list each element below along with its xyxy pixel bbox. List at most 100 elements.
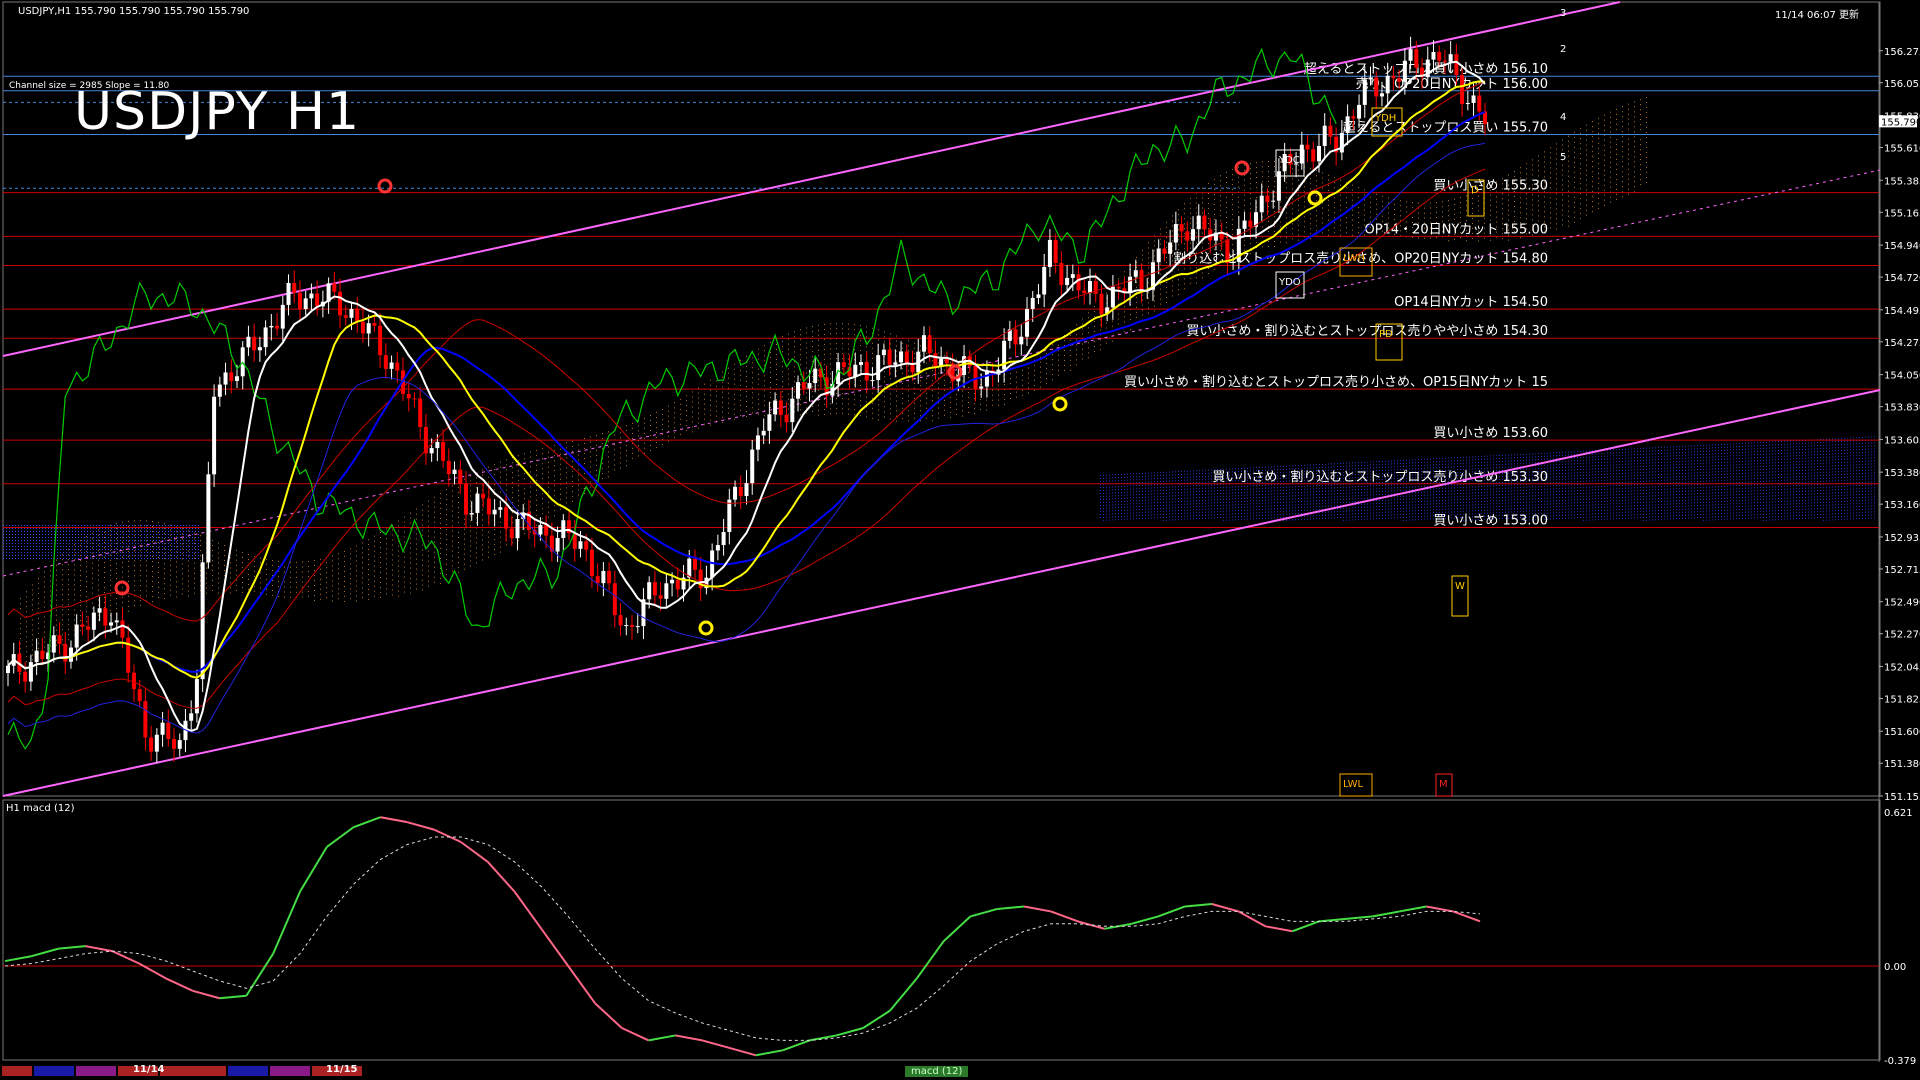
ichimoku-cloud-dot (188, 550, 189, 552)
cloud-dot (1151, 499, 1152, 501)
cloud-dot (1127, 485, 1128, 487)
ichimoku-cloud-dot (1334, 187, 1335, 189)
ichimoku-cloud-dot (650, 449, 651, 451)
ichimoku-cloud-dot (896, 355, 897, 357)
ichimoku-cloud-dot (1268, 176, 1269, 178)
ichimoku-cloud-dot (872, 392, 873, 394)
ichimoku-cloud-dot (62, 614, 63, 616)
ichimoku-cloud-dot (1196, 232, 1197, 234)
ichimoku-cloud-dot (1556, 143, 1557, 145)
ichimoku-cloud-dot (248, 588, 249, 590)
ichimoku-cloud-dot (674, 412, 675, 414)
ichimoku-cloud-dot (932, 360, 933, 362)
ichimoku-cloud-dot (230, 567, 231, 569)
ichimoku-cloud-dot (584, 473, 585, 475)
cloud-dot (1109, 477, 1110, 479)
ichimoku-cloud-dot (1328, 229, 1329, 231)
ichimoku-cloud-dot (1154, 240, 1155, 242)
ichimoku-cloud-dot (416, 548, 417, 550)
ichimoku-cloud-dot (164, 538, 165, 540)
ichimoku-cloud-dot (1640, 129, 1641, 131)
ichimoku-cloud-dot (746, 381, 747, 383)
ichimoku-cloud-dot (1370, 216, 1371, 218)
ichimoku-cloud-dot (1058, 374, 1059, 376)
ichimoku-cloud-dot (128, 600, 129, 602)
ichimoku-cloud-dot (290, 571, 291, 573)
ichimoku-cloud-dot (344, 565, 345, 567)
ichimoku-cloud-dot (1088, 357, 1089, 359)
ichimoku-cloud-dot (1586, 164, 1587, 166)
ichimoku-cloud-dot (878, 334, 879, 336)
y-tick-label: 152.715 (1884, 565, 1920, 576)
cloud-dot (1127, 488, 1128, 490)
ichimoku-cloud-dot (1586, 139, 1587, 141)
ichimoku-cloud-dot (968, 372, 969, 374)
cloud-dot (114, 543, 115, 544)
cloud-dot (1109, 516, 1110, 518)
ichimoku-cloud-dot (452, 500, 453, 502)
ichimoku-cloud-dot (836, 398, 837, 400)
cloud-dot (51, 525, 52, 526)
cloud-dot (1166, 477, 1167, 479)
cloud-dot (117, 546, 118, 547)
ichimoku-cloud-dot (1148, 277, 1149, 279)
cloud-dot (192, 540, 193, 541)
cloud-dot (1163, 492, 1164, 494)
cloud-dot (1145, 517, 1146, 519)
cloud-dot (1157, 511, 1158, 513)
ichimoku-cloud-dot (368, 539, 369, 541)
ichimoku-cloud-dot (986, 399, 987, 401)
ichimoku-cloud-dot (968, 377, 969, 379)
ichimoku-cloud-dot (1616, 163, 1617, 165)
ichimoku-cloud-dot (548, 501, 549, 503)
cloud-dot (147, 531, 148, 532)
ichimoku-cloud-dot (1286, 242, 1287, 244)
cloud-dot (195, 528, 196, 529)
ichimoku-cloud-dot (572, 440, 573, 442)
ichimoku-cloud-dot (1574, 181, 1575, 183)
cloud-dot (48, 537, 49, 538)
cloud-dot (150, 540, 151, 541)
ichimoku-cloud-dot (1274, 216, 1275, 218)
ichimoku-cloud-dot (818, 329, 819, 331)
ichimoku-cloud-dot (1172, 220, 1173, 222)
ichimoku-cloud-dot (902, 342, 903, 344)
ichimoku-cloud-dot (1634, 166, 1635, 168)
ichimoku-cloud-dot (1472, 202, 1473, 204)
cloud-dot (1163, 498, 1164, 500)
price-chart[interactable]: 156.275156.055155.830155.610155.385155.1… (0, 0, 1920, 1080)
ichimoku-cloud-dot (602, 478, 603, 480)
ichimoku-cloud-dot (956, 358, 957, 360)
ichimoku-cloud-dot (1088, 312, 1089, 314)
cloud-dot (1139, 497, 1140, 499)
ichimoku-cloud-dot (1214, 183, 1215, 185)
cloud-dot (78, 534, 79, 535)
ichimoku-cloud-dot (506, 544, 507, 546)
cloud-dot (105, 546, 106, 547)
ichimoku-cloud-dot (428, 575, 429, 577)
ichimoku-cloud-dot (56, 574, 57, 576)
ichimoku-cloud-dot (458, 522, 459, 524)
ichimoku-cloud-dot (866, 326, 867, 328)
ichimoku-cloud-dot (1076, 339, 1077, 341)
ichimoku-cloud-dot (494, 529, 495, 531)
cloud-dot (1112, 492, 1113, 494)
ichimoku-cloud-dot (1166, 236, 1167, 238)
ichimoku-cloud-dot (1616, 128, 1617, 130)
cloud-dot (54, 534, 55, 535)
ichimoku-cloud-dot (1166, 276, 1167, 278)
ichimoku-cloud-dot (416, 578, 417, 580)
ichimoku-cloud-dot (716, 405, 717, 407)
ichimoku-cloud-dot (770, 377, 771, 379)
ichimoku-cloud-dot (32, 599, 33, 601)
cloud-dot (1115, 489, 1116, 491)
cloud-dot (3, 537, 4, 538)
cloud-dot (192, 552, 193, 553)
ichimoku-cloud-dot (380, 572, 381, 574)
ichimoku-cloud-dot (1226, 201, 1227, 203)
ichimoku-cloud-dot (1208, 218, 1209, 220)
ichimoku-cloud-dot (842, 413, 843, 415)
ichimoku-cloud-dot (464, 553, 465, 555)
ichimoku-cloud-dot (1250, 168, 1251, 170)
ichimoku-cloud-dot (224, 555, 225, 557)
